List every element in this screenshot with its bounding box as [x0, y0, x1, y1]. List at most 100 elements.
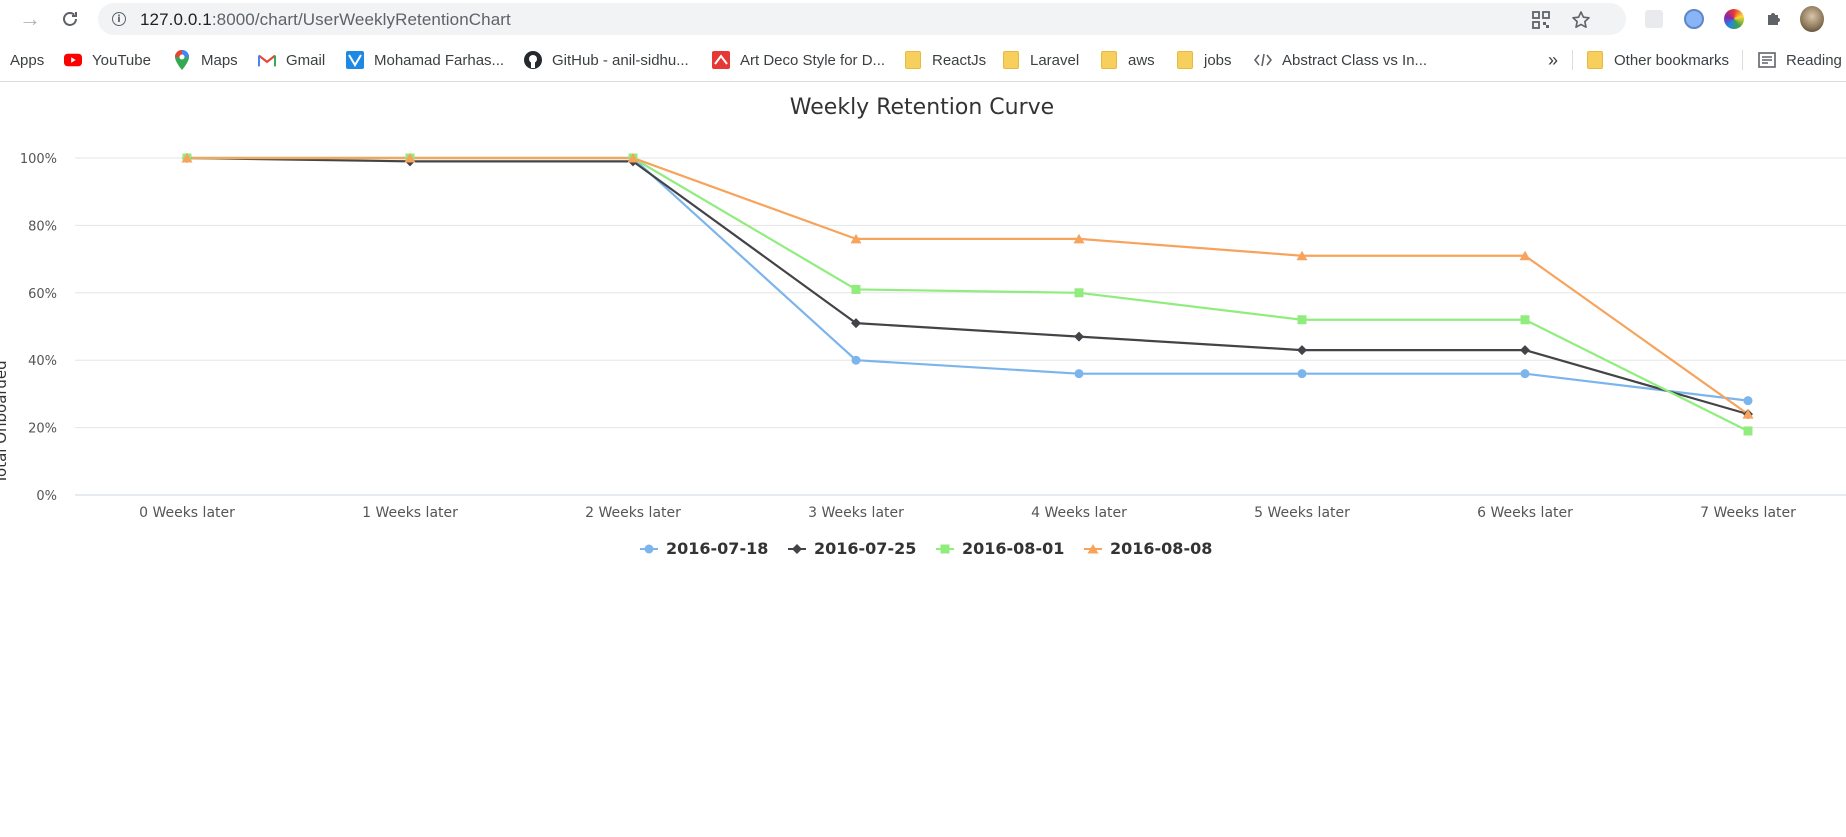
- data-point: [1520, 345, 1530, 356]
- y-tick-label: 40%: [28, 354, 57, 369]
- site-icon: [346, 51, 364, 69]
- bookmark-other-bookmarks[interactable]: Other bookmarks: [1586, 48, 1729, 72]
- y-tick-label: 0%: [36, 489, 57, 504]
- data-point: [851, 355, 861, 365]
- chart-gridlines: [75, 157, 1846, 496]
- bookmark-apps[interactable]: Apps: [10, 48, 44, 72]
- address-bar[interactable]: i 127.0.0.1:8000/chart/UserWeeklyRetenti…: [98, 3, 1626, 35]
- series-line: [187, 156, 1749, 432]
- bookmark-folder-laravel[interactable]: Laravel: [1002, 48, 1079, 72]
- series-line: [186, 156, 1749, 416]
- bookmarks-divider: [1572, 50, 1573, 70]
- bookmark-youtube[interactable]: YouTube: [64, 48, 151, 72]
- bookmark-folder-reactjs[interactable]: ReactJs: [904, 48, 986, 72]
- x-tick-label: 4 Weeks later: [1031, 505, 1127, 521]
- bookmark-label: Art Deco Style for D...: [740, 51, 886, 69]
- bookmark-label: Other bookmarks: [1614, 51, 1730, 69]
- x-tick-label: 5 Weeks later: [1254, 505, 1350, 521]
- y-axis-ticks: 0% 20% 40% 60% 80% 100%: [20, 152, 57, 504]
- y-tick-label: 80%: [28, 219, 57, 234]
- bookmark-github[interactable]: GitHub - anil-sidhu...: [524, 48, 689, 72]
- chart-title: Weekly Retention Curve: [790, 95, 1054, 120]
- x-tick-label: 6 Weeks later: [1477, 505, 1573, 521]
- x-tick-label: 0 Weeks later: [139, 505, 235, 521]
- github-icon: [524, 51, 542, 69]
- data-point: [851, 284, 861, 294]
- data-point: [1743, 396, 1753, 406]
- bookmark-label: Mohamad Farhas...: [374, 51, 505, 69]
- reading-list-button[interactable]: Reading: [1758, 48, 1842, 72]
- bookmark-art-deco[interactable]: Art Deco Style for D...: [712, 48, 885, 72]
- bookmark-label: GitHub - anil-sidhu...: [552, 51, 689, 69]
- folder-icon: [904, 51, 922, 69]
- overflow-chevron-icon: »: [1548, 49, 1559, 70]
- youtube-icon: [64, 51, 82, 69]
- bookmark-label: ReactJs: [932, 51, 987, 69]
- folder-icon: [1176, 51, 1194, 69]
- y-axis-title: Total Onboarded: [0, 360, 10, 484]
- bookmark-label: jobs: [1204, 51, 1232, 69]
- url-text[interactable]: 127.0.0.1:8000/chart/UserWeeklyRetention…: [140, 10, 511, 30]
- data-point: [1520, 315, 1530, 325]
- data-point: [644, 544, 654, 554]
- data-point: [1297, 369, 1307, 379]
- code-icon: [1254, 51, 1272, 69]
- y-tick-label: 100%: [20, 152, 57, 167]
- x-tick-label: 7 Weeks later: [1700, 505, 1796, 521]
- data-point: [1074, 288, 1084, 298]
- chart-legend: 2016-07-18 2016-07-25 2016-08-01 2016-08-08: [640, 539, 1212, 558]
- extension-globe-icon[interactable]: [1682, 7, 1706, 31]
- y-tick-label: 60%: [28, 287, 57, 302]
- bookmark-star-icon[interactable]: [1570, 9, 1592, 31]
- extension-blank-icon[interactable]: [1642, 7, 1666, 31]
- legend-item-label: 2016-08-08: [1110, 539, 1212, 558]
- url-path: :8000/chart/UserWeeklyRetentionChart: [211, 10, 511, 29]
- data-point: [1074, 331, 1084, 342]
- extensions-puzzle-icon[interactable]: [1762, 7, 1786, 31]
- profile-avatar[interactable]: [1800, 6, 1824, 32]
- data-point: [792, 544, 802, 554]
- series-line: [187, 156, 1749, 416]
- extension-color-wheel-icon[interactable]: [1722, 7, 1746, 31]
- reading-list-icon: [1758, 51, 1776, 69]
- bookmark-folder-aws[interactable]: aws: [1100, 48, 1155, 72]
- folder-icon: [1586, 51, 1604, 69]
- bookmarks-overflow-button[interactable]: »: [1548, 48, 1558, 72]
- bookmark-label: Gmail: [286, 51, 326, 69]
- bookmarks-divider: [1742, 50, 1743, 70]
- bookmark-label: Apps: [10, 51, 45, 69]
- data-point: [1074, 369, 1084, 379]
- reload-icon[interactable]: [56, 5, 84, 33]
- gmail-icon: [258, 51, 276, 69]
- site-icon: [712, 51, 730, 69]
- bookmark-maps[interactable]: Maps: [173, 48, 238, 72]
- data-point: [1743, 426, 1753, 436]
- browser-toolbar: → i 127.0.0.1:8000/chart/UserWeeklyReten…: [0, 0, 1846, 38]
- bookmark-folder-jobs[interactable]: jobs: [1176, 48, 1232, 72]
- data-point: [1297, 345, 1307, 356]
- bookmark-gmail[interactable]: Gmail: [258, 48, 325, 72]
- series-lines: [186, 156, 1749, 432]
- retention-line-chart: Weekly Retention Curve 0% 20% 40% 60% 80% 100…: [0, 95, 1846, 558]
- x-axis-ticks: 0 Weeks later 1 Weeks later 2 Weeks later 3…: [139, 505, 1796, 521]
- maps-pin-icon: [173, 50, 191, 70]
- data-point: [1297, 315, 1307, 325]
- bookmark-mohamad-farhas[interactable]: Mohamad Farhas...: [346, 48, 504, 72]
- bookmark-label: Laravel: [1030, 51, 1080, 69]
- chart-container: Weekly Retention Curve 0% 20% 40% 60% 80% 100…: [0, 82, 1846, 837]
- x-tick-label: 1 Weeks later: [362, 505, 458, 521]
- x-tick-label: 3 Weeks later: [808, 505, 904, 521]
- bookmark-label: Abstract Class vs In...: [1282, 51, 1428, 69]
- bookmark-abstract-class[interactable]: Abstract Class vs In...: [1254, 48, 1427, 72]
- url-host: 127.0.0.1: [140, 10, 212, 29]
- series-line: [187, 156, 1749, 402]
- back-arrow-icon[interactable]: →: [16, 5, 44, 33]
- qr-code-icon[interactable]: [1530, 9, 1552, 31]
- bookmark-label: YouTube: [92, 51, 151, 69]
- site-info-icon[interactable]: i: [112, 12, 126, 26]
- legend-item-label: 2016-07-25: [814, 539, 916, 558]
- x-tick-label: 2 Weeks later: [585, 505, 681, 521]
- bookmark-label: Reading: [1786, 51, 1842, 69]
- y-tick-label: 20%: [28, 422, 57, 437]
- folder-icon: [1002, 51, 1020, 69]
